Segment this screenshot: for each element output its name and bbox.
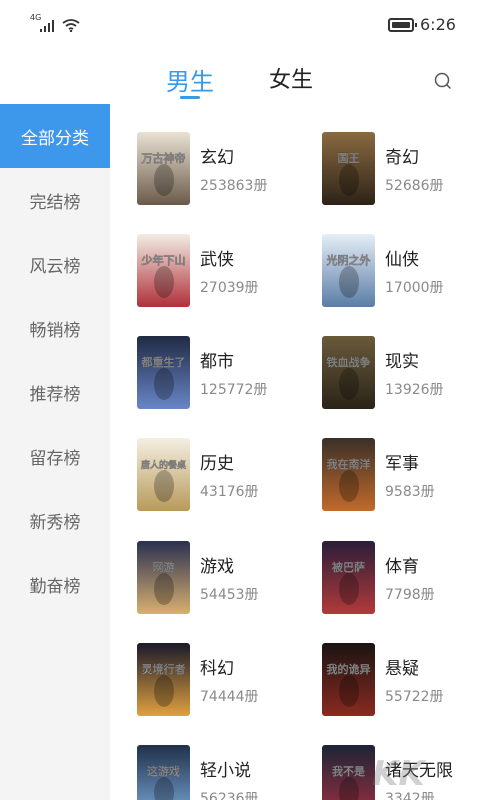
signal-icon — [40, 20, 54, 32]
sidebar-item-label: 推荐榜 — [29, 384, 81, 405]
book-cover: 我不是 — [322, 745, 375, 800]
category-count: 125772册 — [200, 382, 268, 398]
sidebar-item-trending[interactable]: 风云榜 — [0, 232, 110, 296]
book-cover: 唐人的餐桌 — [137, 438, 190, 511]
category-name: 都市 — [200, 352, 234, 372]
category-count: 17000册 — [385, 280, 444, 296]
sidebar-item-label: 勤奋榜 — [29, 576, 81, 597]
category-name: 现实 — [385, 352, 419, 372]
battery-icon — [388, 18, 417, 32]
sidebar-item-bestselling[interactable]: 畅销榜 — [0, 296, 110, 360]
category-count: 3342册 — [385, 791, 435, 800]
book-cover: 灵境行者 — [137, 643, 190, 716]
sidebar-item-retention[interactable]: 留存榜 — [0, 424, 110, 488]
category-card-kehuan[interactable]: 灵境行者 科幻 74444册 — [137, 643, 317, 723]
book-cover: 万古神帝 — [137, 132, 190, 205]
signal-area: 4G — [30, 14, 80, 32]
cover-title: 灵境行者 — [142, 662, 186, 676]
cover-title: 少年下山 — [141, 253, 186, 267]
category-card-xianshi[interactable]: 铁血战争 现实 13926册 — [322, 336, 480, 416]
category-card-xuanhuan[interactable]: 万古神帝 玄幻 253863册 — [137, 132, 317, 212]
sidebar-item-label: 畅销榜 — [29, 320, 81, 341]
sidebar-item-newcomer[interactable]: 新秀榜 — [0, 488, 110, 552]
tab-female[interactable]: 女生 — [269, 62, 313, 94]
category-name: 仙侠 — [385, 250, 419, 270]
category-name: 诸天无限 — [385, 761, 453, 781]
category-card-dushi[interactable]: 都重生了 都市 125772册 — [137, 336, 317, 416]
category-sidebar: 全部分类 完结榜 风云榜 畅销榜 推荐榜 留存榜 新秀榜 勤奋榜 — [0, 104, 110, 800]
cover-title: 国王 — [338, 152, 360, 165]
category-name: 军事 — [385, 454, 419, 474]
category-card-junshi[interactable]: 我在南洋 军事 9583册 — [322, 438, 480, 518]
category-count: 56236册 — [200, 791, 259, 800]
wifi-icon — [62, 19, 80, 32]
category-card-xianxia[interactable]: 光阴之外 仙侠 17000册 — [322, 234, 480, 314]
sidebar-item-label: 新秀榜 — [29, 512, 81, 533]
book-cover: 被巴萨 — [322, 541, 375, 614]
sidebar-item-label: 完结榜 — [29, 192, 81, 213]
sidebar-item-diligent[interactable]: 勤奋榜 — [0, 552, 110, 616]
category-count: 253863册 — [200, 178, 268, 194]
status-bar: 4G 6:26 — [0, 0, 480, 48]
sidebar-item-label: 风云榜 — [29, 256, 81, 277]
cover-title: 我的诡异 — [327, 662, 371, 676]
book-cover: 这游戏 — [137, 745, 190, 800]
category-card-xuanyi[interactable]: 我的诡异 悬疑 55722册 — [322, 643, 480, 723]
category-grid: 万古神帝 玄幻 253863册 国王 奇幻 52686册 少年下山 武侠 270… — [110, 104, 480, 800]
category-name: 奇幻 — [385, 148, 419, 168]
book-cover: 铁血战争 — [322, 336, 375, 409]
category-count: 7798册 — [385, 587, 435, 603]
category-count: 9583册 — [385, 484, 435, 500]
cover-title: 我不是 — [332, 764, 366, 778]
category-name: 科幻 — [200, 659, 234, 679]
category-count: 55722册 — [385, 689, 444, 705]
cover-title: 被巴萨 — [332, 560, 365, 574]
category-count: 52686册 — [385, 178, 444, 194]
category-name: 悬疑 — [385, 659, 419, 679]
category-name: 轻小说 — [200, 761, 251, 781]
category-name: 玄幻 — [200, 148, 234, 168]
category-count: 54453册 — [200, 587, 259, 603]
category-name: 历史 — [200, 454, 234, 474]
sidebar-item-recommended[interactable]: 推荐榜 — [0, 360, 110, 424]
cover-title: 铁血战争 — [327, 355, 371, 369]
cover-title: 我在南洋 — [327, 457, 371, 471]
book-cover: 少年下山 — [137, 234, 190, 307]
cover-title: 光阴之外 — [326, 253, 371, 267]
category-count: 13926册 — [385, 382, 444, 398]
clock: 6:26 — [420, 15, 456, 34]
cover-title: 都重生了 — [141, 355, 186, 369]
category-count: 43176册 — [200, 484, 259, 500]
network-type: 4G — [30, 13, 42, 22]
sidebar-item-label: 留存榜 — [29, 448, 81, 469]
sidebar-item-all[interactable]: 全部分类 — [0, 104, 110, 168]
book-cover: 都重生了 — [137, 336, 190, 409]
category-card-youxi[interactable]: 网游 游戏 54453册 — [137, 541, 317, 621]
category-name: 武侠 — [200, 250, 234, 270]
book-cover: 我的诡异 — [322, 643, 375, 716]
category-name: 游戏 — [200, 557, 234, 577]
book-cover: 我在南洋 — [322, 438, 375, 511]
book-cover: 光阴之外 — [322, 234, 375, 307]
sidebar-item-label: 全部分类 — [21, 128, 89, 149]
category-count: 27039册 — [200, 280, 259, 296]
sidebar-item-completed[interactable]: 完结榜 — [0, 168, 110, 232]
category-name: 体育 — [385, 557, 419, 577]
category-count: 74444册 — [200, 689, 259, 705]
cover-title: 唐人的餐桌 — [141, 459, 187, 471]
category-card-zhutianwuxian[interactable]: 我不是 诸天无限 3342册 — [322, 745, 480, 800]
category-card-wuxia[interactable]: 少年下山 武侠 27039册 — [137, 234, 317, 314]
category-card-qingxiaoshuo[interactable]: 这游戏 轻小说 56236册 — [137, 745, 317, 800]
category-card-qihuan[interactable]: 国王 奇幻 52686册 — [322, 132, 480, 212]
search-icon[interactable] — [432, 70, 454, 92]
cover-title: 网游 — [153, 560, 175, 574]
category-card-tiyu[interactable]: 被巴萨 体育 7798册 — [322, 541, 480, 621]
cover-title: 这游戏 — [147, 764, 180, 778]
tab-active-indicator — [180, 96, 200, 99]
category-card-lishi[interactable]: 唐人的餐桌 历史 43176册 — [137, 438, 317, 518]
book-cover: 国王 — [322, 132, 375, 205]
cover-title: 万古神帝 — [141, 151, 186, 165]
book-cover: 网游 — [137, 541, 190, 614]
tab-male[interactable]: 男生 — [166, 62, 214, 97]
